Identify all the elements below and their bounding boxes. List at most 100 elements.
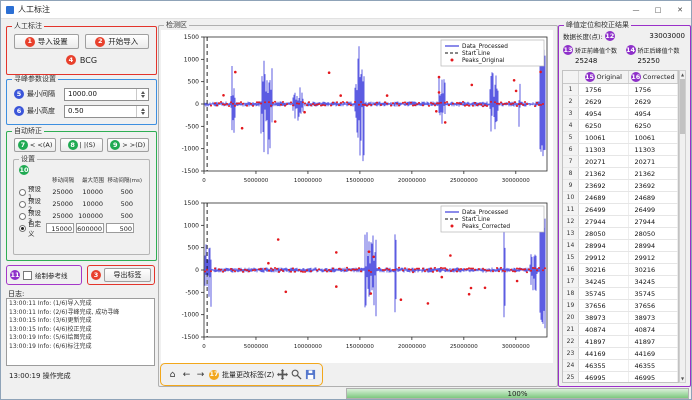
home-icon[interactable]: ⌂: [167, 367, 178, 382]
move-left-button[interactable]: 7 < <(A): [14, 138, 56, 152]
preset-value: 10000: [74, 188, 104, 196]
table-row[interactable]: 92369223692: [563, 180, 678, 192]
preset-row: 自定义15000600000500: [18, 222, 147, 234]
zoom-icon[interactable]: [291, 367, 302, 382]
table-row[interactable]: 462506250: [563, 120, 678, 132]
badge-4: 4: [66, 55, 76, 65]
svg-text:500: 500: [188, 79, 200, 86]
preset-value[interactable]: 600000: [76, 223, 104, 233]
badge-10: 10: [19, 165, 29, 175]
table-scrollbar[interactable]: ▲ ▼: [679, 70, 686, 383]
svg-text:1500: 1500: [184, 34, 199, 41]
table-row[interactable]: 152991229912: [563, 252, 678, 264]
min-interval-spinbox[interactable]: 1000.00: [64, 88, 149, 101]
corrected-value: 21362: [629, 168, 679, 179]
min-interval-row: 5 最小间隔 1000.00: [14, 87, 149, 101]
pan-icon[interactable]: [277, 367, 288, 382]
correction-button-row: 7 < <(A) 8 | |(S) 9 > >(D): [14, 138, 149, 152]
row-index: 19: [563, 300, 579, 311]
minimize-icon[interactable]: —: [625, 1, 647, 18]
scrollbar-thumb[interactable]: [680, 79, 685, 134]
svg-text:Start Line: Start Line: [462, 51, 491, 57]
row-index: 2: [563, 96, 579, 107]
spinner-arrows-icon[interactable]: [136, 106, 148, 117]
group-title-results: 峰值定位和校正结果: [564, 21, 631, 30]
min-interval-label: 最小间隔: [27, 89, 61, 99]
log-box[interactable]: 13:00:11 Info: (1/6)导入完成13:00:11 Info: (…: [6, 298, 155, 366]
preset-col-max-range: 最大范围: [74, 176, 104, 184]
original-value: 29912: [579, 252, 629, 263]
preset-value: 25000: [44, 188, 74, 196]
table-row[interactable]: 193765637656: [563, 300, 678, 312]
bottom-plot[interactable]: 150010005000-500-1000-150005000000100000…: [161, 197, 552, 360]
table-row[interactable]: 117561756: [563, 84, 678, 96]
preset-radio[interactable]: [19, 225, 26, 232]
maximize-icon[interactable]: □: [647, 1, 669, 18]
top-plot[interactable]: 150010005000-500-1000-150005000000100000…: [161, 31, 552, 194]
table-row[interactable]: 183574535745: [563, 288, 678, 300]
close-icon[interactable]: ✕: [669, 1, 691, 18]
preset-value[interactable]: 15000: [46, 223, 74, 233]
preset-radio[interactable]: [19, 189, 26, 196]
ref-line-checkbox[interactable]: [23, 271, 32, 280]
svg-text:5000000: 5000000: [244, 344, 269, 350]
row-index: 1: [563, 84, 579, 95]
min-height-spinbox[interactable]: 0.50: [64, 105, 149, 118]
batch-edit-label[interactable]: 批量更改标签(Z): [222, 370, 274, 380]
original-value: 2629: [579, 96, 629, 107]
log-line: 13:00:15 Info: (4/6)校正完成: [9, 326, 152, 335]
spinner-arrows-icon[interactable]: [136, 89, 148, 100]
scroll-up-icon[interactable]: ▲: [680, 71, 685, 78]
result-rows: 1175617562262926293495449544625062505100…: [563, 84, 678, 383]
table-row[interactable]: 72027120271: [563, 156, 678, 168]
svg-text:30000000: 30000000: [502, 178, 530, 184]
min-interval-value: 1000.00: [65, 90, 136, 98]
group-title-manual: 人工标注: [12, 22, 44, 31]
back-icon[interactable]: ←: [181, 367, 192, 382]
table-row[interactable]: 102468924689: [563, 192, 678, 204]
svg-text:1500: 1500: [184, 200, 199, 207]
svg-text:1000: 1000: [184, 222, 199, 229]
table-row[interactable]: 61130311303: [563, 144, 678, 156]
start-import-button[interactable]: 2 开始导入: [85, 34, 150, 49]
table-row[interactable]: 163021630216: [563, 264, 678, 276]
preset-value[interactable]: 500: [106, 223, 134, 233]
badge-11: 11: [10, 270, 20, 280]
table-row[interactable]: 51006110061: [563, 132, 678, 144]
import-settings-button[interactable]: 1 导入设置: [14, 34, 79, 49]
preset-value: 100000: [74, 212, 104, 220]
corrected-value: 37656: [629, 300, 679, 311]
pause-label: | |(S): [80, 141, 96, 149]
table-row[interactable]: 203897338973: [563, 312, 678, 324]
export-labels-button[interactable]: 导出标签: [104, 268, 151, 282]
table-row[interactable]: 122794427944: [563, 216, 678, 228]
row-index: 4: [563, 120, 579, 131]
table-row[interactable]: 112649926499: [563, 204, 678, 216]
pause-button[interactable]: 8 | |(S): [60, 138, 102, 152]
table-row[interactable]: 132805028050: [563, 228, 678, 240]
preset-radio[interactable]: [19, 201, 26, 208]
table-row[interactable]: 224189741897: [563, 336, 678, 348]
table-row[interactable]: 173424534245: [563, 276, 678, 288]
preset-name: 自定义: [28, 218, 44, 238]
move-right-button[interactable]: 9 > >(D): [107, 138, 149, 152]
table-row[interactable]: 254699546995: [563, 372, 678, 383]
table-row[interactable]: 226292629: [563, 96, 678, 108]
corrected-value: 30216: [629, 264, 679, 275]
corrected-column-header[interactable]: 16 Corrected: [629, 71, 679, 83]
manual-annotation-group: 人工标注 1 导入设置 2 开始导入 4 BCG: [6, 26, 157, 75]
scroll-down-icon[interactable]: ▼: [680, 375, 685, 382]
original-value: 1756: [579, 84, 629, 95]
original-column-header[interactable]: 15 Original: [579, 71, 629, 83]
preset-radio[interactable]: [19, 213, 26, 220]
table-row[interactable]: 244635546355: [563, 360, 678, 372]
min-height-row: 6 最小高度 0.50: [14, 104, 149, 118]
status-text: 13:00:19 操作完成: [9, 371, 71, 381]
table-row[interactable]: 214087440874: [563, 324, 678, 336]
table-row[interactable]: 142899428994: [563, 240, 678, 252]
table-row[interactable]: 82136221362: [563, 168, 678, 180]
table-row[interactable]: 349544954: [563, 108, 678, 120]
table-row[interactable]: 234416944169: [563, 348, 678, 360]
forward-icon[interactable]: →: [195, 367, 206, 382]
save-icon[interactable]: [305, 367, 316, 382]
